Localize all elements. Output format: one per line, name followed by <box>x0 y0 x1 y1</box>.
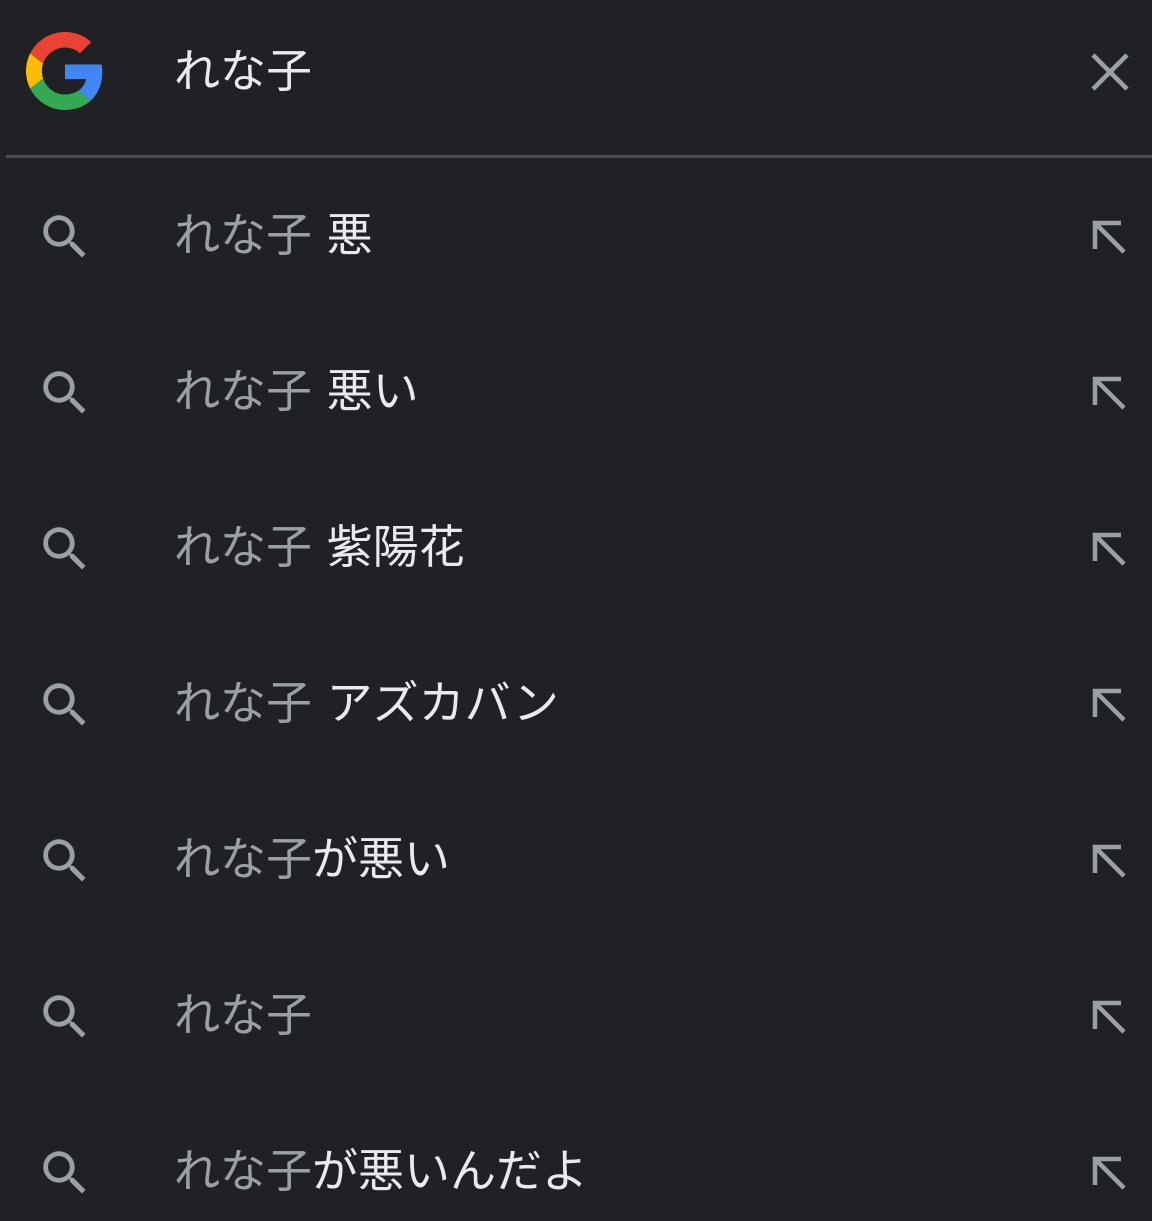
suggestion-prefix: れな子 <box>174 1144 312 1198</box>
fill-query-button[interactable] <box>1078 362 1140 424</box>
arrow-up-left-icon <box>1092 844 1126 878</box>
search-input[interactable]: れな子 <box>174 38 312 104</box>
suggestion-item[interactable]: れな子 悪 <box>0 158 1152 314</box>
arrow-up-left-icon <box>1092 1156 1126 1190</box>
suggestion-suffix: が悪いんだよ <box>312 1144 588 1198</box>
arrow-up-left-icon <box>1092 1000 1126 1034</box>
suggestion-text: れな子 アズカバン <box>174 670 559 736</box>
suggestion-item[interactable]: れな子 <box>0 938 1152 1094</box>
close-icon <box>1091 53 1129 91</box>
suggestion-suffix: 悪 <box>312 208 373 262</box>
suggestion-text: れな子 紫陽花 <box>174 514 465 580</box>
suggestion-prefix: れな子 <box>174 364 312 418</box>
suggestion-suffix: 悪い <box>312 364 419 418</box>
suggestion-item[interactable]: れな子が悪いんだよ <box>0 1094 1152 1221</box>
suggestion-prefix: れな子 <box>174 208 312 262</box>
suggestion-text: れな子 <box>174 982 312 1048</box>
clear-button[interactable] <box>1080 42 1140 102</box>
suggestion-item[interactable]: れな子が悪い <box>0 782 1152 938</box>
fill-query-button[interactable] <box>1078 674 1140 736</box>
suggestion-list: れな子 悪 れな子 悪い れな子 紫陽花 れな子 アズカバン れな子が悪い れな… <box>0 158 1152 1221</box>
arrow-up-left-icon <box>1092 376 1126 410</box>
search-bar: れな子 <box>0 0 1152 156</box>
search-icon <box>43 995 86 1038</box>
search-icon <box>43 371 86 414</box>
suggestion-suffix: が悪い <box>312 832 450 886</box>
suggestion-item[interactable]: れな子 悪い <box>0 314 1152 470</box>
suggestion-prefix: れな子 <box>174 988 312 1042</box>
arrow-up-left-icon <box>1092 688 1126 722</box>
fill-query-button[interactable] <box>1078 830 1140 892</box>
suggestion-suffix: アズカバン <box>312 676 559 730</box>
suggestion-text: れな子 悪 <box>174 202 373 268</box>
arrow-up-left-icon <box>1092 532 1126 566</box>
suggestion-text: れな子が悪い <box>174 826 450 892</box>
search-icon <box>43 683 86 726</box>
suggestion-prefix: れな子 <box>174 676 312 730</box>
fill-query-button[interactable] <box>1078 206 1140 268</box>
suggestion-prefix: れな子 <box>174 832 312 886</box>
google-logo-icon <box>26 32 103 110</box>
suggestion-text: れな子が悪いんだよ <box>174 1138 588 1204</box>
search-icon <box>43 215 86 258</box>
suggestion-prefix: れな子 <box>174 520 312 574</box>
suggestion-item[interactable]: れな子 紫陽花 <box>0 470 1152 626</box>
search-icon <box>43 527 86 570</box>
search-icon <box>43 839 86 882</box>
fill-query-button[interactable] <box>1078 1142 1140 1204</box>
suggestion-text: れな子 悪い <box>174 358 419 424</box>
suggestion-suffix: 紫陽花 <box>312 520 465 574</box>
arrow-up-left-icon <box>1092 220 1126 254</box>
fill-query-button[interactable] <box>1078 518 1140 580</box>
suggestion-item[interactable]: れな子 アズカバン <box>0 626 1152 782</box>
fill-query-button[interactable] <box>1078 986 1140 1048</box>
search-page: れな子 れな子 悪 れな子 悪い れな子 紫陽花 れな子 アズカバン れな子が悪… <box>0 0 1152 1221</box>
search-icon <box>43 1151 86 1194</box>
